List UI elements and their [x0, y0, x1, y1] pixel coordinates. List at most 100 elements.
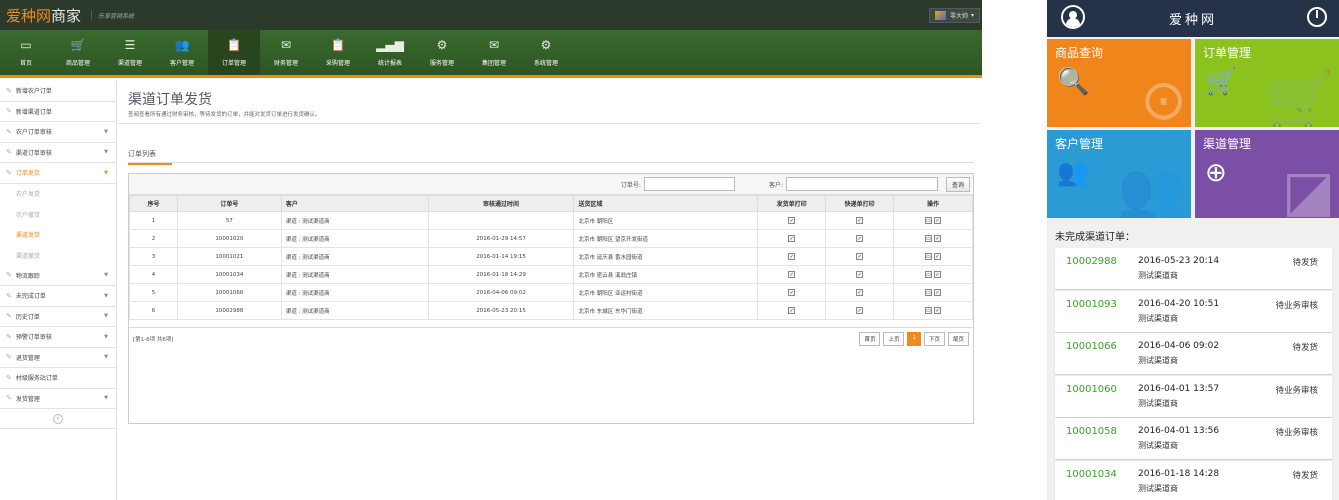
- print-checkbox-icon[interactable]: ✓: [856, 235, 864, 242]
- sidebar-item[interactable]: ✎ 新增农户订单: [0, 81, 116, 102]
- nav-item-4[interactable]: 📋 订单管理: [208, 30, 260, 75]
- print-checkbox-icon[interactable]: ✓: [856, 289, 864, 296]
- confirm-icon[interactable]: ✓: [934, 253, 942, 260]
- nav-item-10[interactable]: ⚙ 系统管理: [520, 30, 572, 75]
- chevron-down-icon: ▼: [104, 292, 108, 299]
- order-item[interactable]: 10001034 2016-01-18 14:28 测试渠道商 待发货: [1055, 460, 1332, 500]
- order-date: 2016-05-23 20:14: [1138, 256, 1220, 266]
- action-cell: ▭ ✓: [893, 283, 973, 302]
- view-icon[interactable]: ▭: [925, 217, 933, 224]
- table-cell: 2016-01-14 19:15: [427, 247, 575, 266]
- order-item[interactable]: 10002988 2016-05-23 20:14 测试渠道商 待发货: [1055, 248, 1332, 289]
- pencil-icon: ✎: [6, 291, 12, 300]
- sidebar-item[interactable]: ✎ 退货管理 ▼: [0, 348, 116, 368]
- print-checkbox-icon[interactable]: ✓: [856, 253, 864, 260]
- print-checkbox-icon[interactable]: ✓: [856, 217, 864, 224]
- nav-item-0[interactable]: ▭ 首页: [0, 30, 52, 75]
- user-icon[interactable]: [1061, 5, 1085, 29]
- customer-input[interactable]: [785, 177, 938, 191]
- nav-item-1[interactable]: 🛒 商品管理: [52, 30, 104, 75]
- sidebar-item-label: 新增农户订单: [15, 88, 52, 96]
- view-icon[interactable]: ▭: [925, 235, 933, 242]
- nav-item-9[interactable]: ✉ 集团管理: [468, 30, 520, 75]
- action-cell: ▭ ✓: [893, 301, 973, 320]
- view-icon[interactable]: ▭: [925, 253, 933, 260]
- top-bar: 爱种网商家 乐享营销系统 零大帅 ▾: [0, 0, 982, 30]
- print-checkbox-icon[interactable]: ✓: [788, 271, 796, 278]
- nav-label: 采购管理: [325, 60, 350, 67]
- sidebar-item[interactable]: ✎ 农户订单审核 ▼: [0, 122, 116, 143]
- sidebar-item[interactable]: ✎ 新增渠道订单: [0, 102, 116, 122]
- sidebar-item[interactable]: ✎ 订单发货 ▼: [0, 163, 116, 184]
- table-row: 2 10001020 渠道 : 测试渠道商 2016-01-29 14:57 北京市 朝…: [129, 229, 973, 248]
- column-header: 客户: [280, 195, 429, 212]
- confirm-icon[interactable]: ✓: [934, 235, 942, 242]
- order-status: 待发货: [1292, 258, 1318, 268]
- table-cell: 1: [129, 211, 178, 230]
- magnifier-doc-icon: 🔍: [1057, 67, 1090, 97]
- confirm-icon[interactable]: ✓: [934, 217, 942, 224]
- order-no-input[interactable]: [643, 177, 735, 191]
- sidebar-item-label: 未完成订单: [15, 293, 46, 301]
- tile-3[interactable]: 渠道管理 ⊕ ◪: [1195, 130, 1339, 218]
- next-page-button[interactable]: 下页: [923, 331, 945, 346]
- nav-item-7[interactable]: ▂▄▆ 统计报表: [364, 30, 416, 75]
- page-1-button[interactable]: 1: [907, 331, 921, 346]
- print-checkbox-icon[interactable]: ✓: [788, 289, 796, 296]
- nav-item-3[interactable]: 👥 客户管理: [156, 30, 208, 75]
- nav-item-2[interactable]: ☰ 渠道管理: [104, 30, 156, 75]
- print-checkbox-icon[interactable]: ✓: [788, 235, 796, 242]
- table-row: 1 57 渠道 : 测试渠道商 北京市 朝阳区 ✓ ✓ ▭ ✓: [129, 211, 973, 230]
- user-menu[interactable]: 零大帅 ▾: [928, 7, 980, 23]
- search-button[interactable]: 查询: [945, 176, 970, 192]
- main-content: 渠道订单发货 查阅查看所有通过财务审核，等待发货的订单，并能对发货订单进行发货确…: [118, 81, 982, 500]
- tile-1[interactable]: 订单管理 🛒 🛒: [1195, 39, 1339, 127]
- sidebar-item[interactable]: ✎ 预警订单审核 ▼: [0, 327, 116, 348]
- order-table: 序号 订单号 客户 审核通过时间 送货区域 发货单打印 快递单打印 操作 1 57 渠道 : 测试…: [129, 195, 973, 320]
- order-item[interactable]: 10001058 2016-04-01 13:56 测试渠道商 待业务审核: [1055, 418, 1332, 459]
- order-item[interactable]: 10001093 2016-04-20 10:51 测试渠道商 待业务审核: [1055, 290, 1332, 332]
- sidebar-item-label: 渠道订单审核: [15, 149, 52, 157]
- sidebar-item[interactable]: ✎ 未完成订单 ▼: [0, 286, 116, 307]
- chevron-left-icon[interactable]: ‹: [53, 413, 63, 424]
- nav-label: 商品管理: [65, 60, 90, 67]
- chevron-down-icon: ▾: [970, 11, 974, 19]
- power-icon[interactable]: [1307, 7, 1327, 27]
- table-cell: 10001034: [176, 265, 282, 284]
- sidebar-item[interactable]: ✎ 发货管理 ▼: [0, 389, 116, 409]
- last-page-button[interactable]: 尾页: [947, 331, 969, 346]
- print-checkbox-icon[interactable]: ✓: [856, 271, 864, 278]
- sidebar-item[interactable]: ✎ 村级服务站订单: [0, 368, 116, 389]
- sidebar-item[interactable]: ✎ 物流跟踪 ▼: [0, 266, 116, 286]
- pencil-icon: ✎: [6, 86, 12, 95]
- confirm-icon[interactable]: ✓: [934, 289, 942, 296]
- print-cell: ✓: [757, 247, 827, 266]
- order-item[interactable]: 10001060 2016-04-01 13:57 测试渠道商 待业务审核: [1055, 375, 1332, 417]
- confirm-icon[interactable]: ✓: [934, 307, 942, 314]
- view-icon[interactable]: ▭: [925, 307, 933, 314]
- print-checkbox-icon[interactable]: ✓: [788, 307, 796, 314]
- view-icon[interactable]: ▭: [925, 271, 933, 278]
- first-page-button[interactable]: 首页: [859, 331, 881, 346]
- view-icon[interactable]: ▭: [925, 289, 933, 296]
- nav-item-8[interactable]: ⚙ 服务管理: [416, 30, 468, 75]
- print-checkbox-icon[interactable]: ✓: [788, 253, 796, 260]
- prev-page-button[interactable]: 上页: [883, 331, 905, 346]
- confirm-icon[interactable]: ✓: [934, 271, 942, 278]
- order-no: 10001034: [1066, 468, 1117, 480]
- sidebar-subitem[interactable]: 渠道发货: [0, 225, 116, 246]
- tile-0[interactable]: 商品查询 🔍 ⊙: [1047, 39, 1191, 127]
- customer-label: 客户:: [768, 181, 783, 189]
- sidebar-item[interactable]: ✎ 历史订单 ▼: [0, 307, 116, 327]
- order-item[interactable]: 10001066 2016-04-06 09:02 测试渠道商 待发货: [1055, 333, 1332, 374]
- sidebar-item[interactable]: ✎ 渠道订单审核 ▼: [0, 143, 116, 163]
- tile-2[interactable]: 客户管理 👥 👥: [1047, 130, 1191, 218]
- print-checkbox-icon[interactable]: ✓: [788, 217, 796, 224]
- print-checkbox-icon[interactable]: ✓: [856, 307, 864, 314]
- nav-item-5[interactable]: ✉ 财务管理: [260, 30, 312, 75]
- table-row: 3 10001021 渠道 : 测试渠道商 2016-01-14 19:15 北京市 延…: [129, 247, 973, 266]
- sidebar-subitem[interactable]: 渠道撤货: [0, 245, 116, 266]
- sidebar-subitem[interactable]: 农户发货: [0, 184, 116, 205]
- sidebar-subitem[interactable]: 农户撤货: [0, 204, 116, 225]
- nav-item-6[interactable]: 📋 采购管理: [312, 30, 364, 75]
